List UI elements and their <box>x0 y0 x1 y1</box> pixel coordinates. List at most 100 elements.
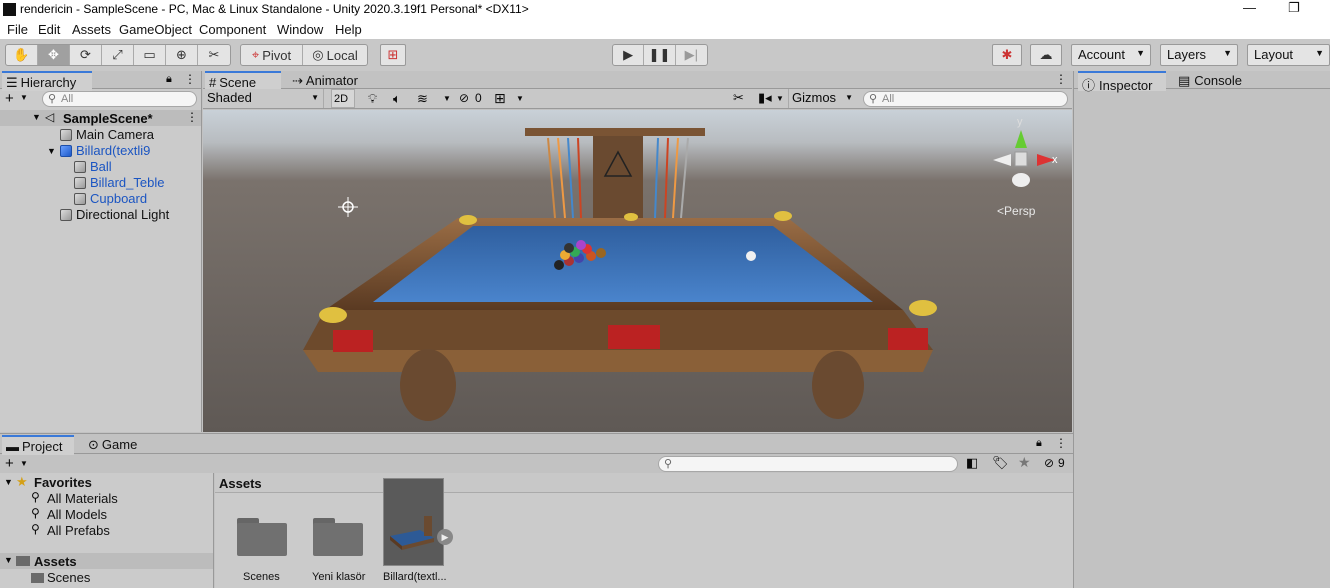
transform-tool-icon[interactable]: ⊕ <box>166 45 198 65</box>
scale-tool-icon[interactable]: ⤢ <box>102 45 134 65</box>
account-dropdown[interactable]: Account ▼ <box>1071 44 1151 66</box>
scene-search-input[interactable]: ⚲ All <box>863 91 1068 107</box>
hidden-objects-icon[interactable]: ⊘ <box>459 91 469 105</box>
more-icon[interactable]: ⋮ <box>184 72 196 86</box>
more-icon[interactable]: ⋮ <box>186 110 198 124</box>
hierarchy-item-billard-teble[interactable]: Billard_Teble <box>74 175 164 191</box>
asset-prefab-billard[interactable] <box>383 478 444 566</box>
tab-hierarchy[interactable]: ☰ Hierarchy <box>2 71 92 91</box>
item-label: Main Camera <box>76 127 155 142</box>
layout-dropdown[interactable]: Layout ▼ <box>1247 44 1330 66</box>
hierarchy-item-billard[interactable]: Billard(textli9 <box>60 143 150 159</box>
custom-tool-icon[interactable]: ✂ <box>198 45 230 65</box>
menu-component[interactable]: Component <box>199 22 266 37</box>
rect-tool-icon[interactable]: ▭ <box>134 45 166 65</box>
grid-toggle-icon[interactable]: ⊞ <box>494 90 506 107</box>
star-icon[interactable]: ★ <box>1018 454 1031 471</box>
scene-viewport[interactable]: y x <Persp <box>203 110 1072 432</box>
tools-icon[interactable]: ✂ <box>733 90 744 106</box>
rotate-tool-icon[interactable]: ⟳ <box>70 45 102 65</box>
menu-gameobject[interactable]: GameObject <box>119 22 192 37</box>
gizmos-dropdown[interactable]: Gizmos ▼ <box>788 89 856 108</box>
lighting-icon[interactable]: 💡︎ <box>368 91 377 107</box>
expand-prefab-icon[interactable]: ▶ <box>437 529 453 545</box>
scene-row[interactable]: ▼ ◁ SampleScene* ⋮ <box>0 110 201 126</box>
orientation-gizmo[interactable] <box>993 130 1055 187</box>
camera-icon[interactable]: ▮◂ <box>758 90 772 106</box>
collab-icon[interactable]: ✱ <box>992 44 1022 66</box>
expand-icon[interactable]: ▼ <box>4 555 13 565</box>
expand-icon[interactable]: ▼ <box>32 112 41 122</box>
local-button[interactable]: ◎ Local <box>303 45 367 65</box>
chevron-down-icon[interactable]: ▼ <box>516 94 524 103</box>
assets-breadcrumb: Assets <box>215 473 1073 493</box>
tab-project[interactable]: ▬ Project <box>2 435 74 455</box>
favorite-all-models[interactable]: All Models <box>47 507 107 522</box>
favorite-all-prefabs[interactable]: All Prefabs <box>47 523 110 538</box>
favorite-all-materials[interactable]: All Materials <box>47 491 118 506</box>
hierarchy-item-ball[interactable]: Ball <box>74 159 112 175</box>
hierarchy-item-main-camera[interactable]: Main Camera <box>60 127 154 143</box>
audio-icon[interactable]: 🔈︎ <box>393 91 401 107</box>
2d-toggle[interactable]: 2D <box>331 89 355 108</box>
play-icon[interactable]: ▶ <box>613 45 645 65</box>
chevron-down-icon[interactable]: ▼ <box>20 93 28 102</box>
menu-edit[interactable]: Edit <box>38 22 60 37</box>
add-icon[interactable]: + <box>5 90 14 107</box>
asset-grid: Assets Scenes Yeni klasör ▶ Billard(text… <box>215 473 1073 588</box>
prefab-thumbnail <box>390 516 434 550</box>
tab-inspector[interactable]: ⓘ Inspector <box>1078 71 1166 93</box>
chevron-down-icon[interactable]: ▼ <box>776 94 784 103</box>
search-icon: ⚲ <box>664 458 673 470</box>
asset-folder-scenes[interactable] <box>237 515 287 556</box>
prefab-icon <box>60 145 72 157</box>
project-search-input[interactable]: ⚲ <box>658 456 958 472</box>
menu-file[interactable]: File <box>7 22 28 37</box>
cloud-icon[interactable]: ☁ <box>1030 44 1062 66</box>
expand-icon[interactable]: ▼ <box>47 146 56 156</box>
assets-root-row[interactable]: ▼ Assets <box>0 553 213 569</box>
step-icon[interactable]: ▶| <box>676 45 707 65</box>
shading-dropdown[interactable]: Shaded ▼ <box>203 89 324 108</box>
more-icon[interactable]: ⋮ <box>1055 72 1067 86</box>
search-icon: ⚲ <box>31 490 40 504</box>
grid-snap-icon[interactable]: ⊞ <box>380 44 406 66</box>
scene-toolbar: Shaded ▼ 2D 💡︎ 🔈︎ ≋ ▼ ⊘ 0 ⊞ ▼ ✂ ▮◂ ▼ Gizm… <box>203 89 1072 109</box>
hidden-packages-icon[interactable]: ⊘ <box>1044 456 1054 470</box>
menu-help[interactable]: Help <box>335 22 362 37</box>
lock-icon[interactable]: 🔒︎ <box>1036 437 1042 450</box>
grid-icon: # <box>209 75 217 90</box>
pause-icon[interactable]: ❚❚ <box>644 45 676 65</box>
hierarchy-item-cupboard[interactable]: Cupboard <box>74 191 147 207</box>
hand-tool-icon[interactable]: ✋ <box>6 45 38 65</box>
hierarchy-item-directional-light[interactable]: Directional Light <box>60 207 169 223</box>
tab-animator[interactable]: ⇢ Animator <box>288 71 368 91</box>
pivot-button[interactable]: ⌖ Pivot <box>241 45 303 65</box>
add-icon[interactable]: + <box>5 455 14 472</box>
menu-assets[interactable]: Assets <box>72 22 111 37</box>
filter-type-icon[interactable]: ◧ <box>966 455 978 471</box>
play-controls: ▶ ❚❚ ▶| <box>612 44 708 66</box>
transform-tools: ✋ ✥ ⟳ ⤢ ▭ ⊕ ✂ <box>5 44 231 66</box>
persp-label[interactable]: <Persp <box>997 204 1035 218</box>
chevron-down-icon[interactable]: ▼ <box>443 94 451 103</box>
tab-game[interactable]: ⊙ Game <box>84 435 144 455</box>
chevron-down-icon[interactable]: ▼ <box>20 459 28 468</box>
expand-icon[interactable]: ▼ <box>4 477 13 487</box>
minimize-icon[interactable]: — <box>1243 0 1256 15</box>
restore-icon[interactable]: ❐ <box>1288 0 1300 16</box>
menu-window[interactable]: Window <box>277 22 323 37</box>
more-icon[interactable]: ⋮ <box>1055 436 1067 450</box>
asset-folder-yeni-klasor[interactable] <box>313 515 363 556</box>
move-tool-icon[interactable]: ✥ <box>38 45 70 65</box>
layers-dropdown[interactable]: Layers ▼ <box>1160 44 1238 66</box>
tab-scene[interactable]: # Scene <box>205 71 281 91</box>
hierarchy-search-input[interactable]: ⚲ All <box>42 91 197 107</box>
tree-folder-scenes[interactable]: Scenes <box>47 570 90 585</box>
effects-icon[interactable]: ≋ <box>417 91 428 107</box>
tab-console[interactable]: ▤ Console <box>1174 71 1254 91</box>
breadcrumb-assets[interactable]: Assets <box>219 476 262 491</box>
lock-icon[interactable]: 🔒︎ <box>166 73 172 86</box>
favorites-label[interactable]: Favorites <box>34 475 92 490</box>
label-icon[interactable]: 🏷︎ <box>992 455 1009 471</box>
